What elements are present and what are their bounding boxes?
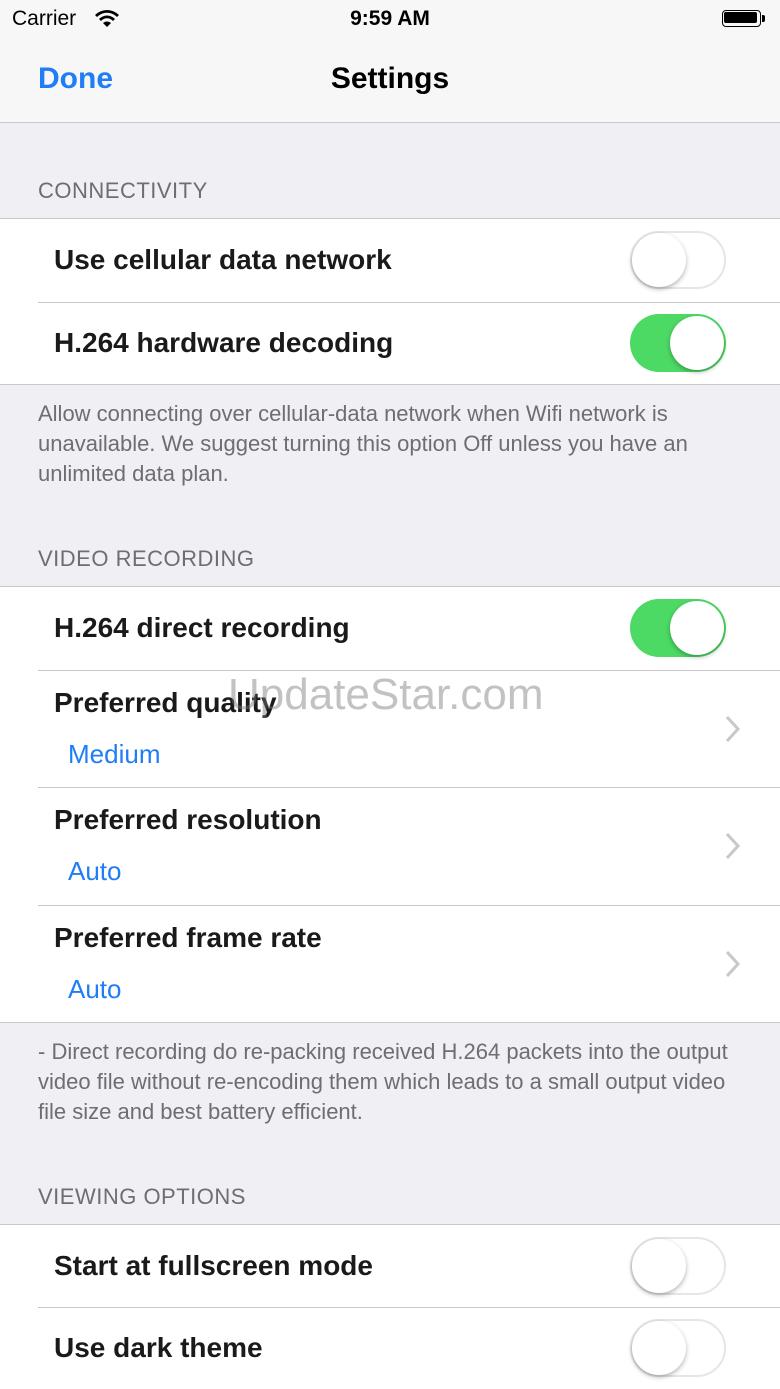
- viewing-options-group: Start at fullscreen mode Use dark theme: [0, 1224, 780, 1389]
- dark-theme-row[interactable]: Use dark theme: [0, 1307, 780, 1389]
- cellular-data-toggle[interactable]: [630, 231, 726, 289]
- preferred-resolution-value: Auto: [68, 856, 122, 886]
- section-header-viewing-options: VIEWING OPTIONS: [38, 1184, 246, 1209]
- fullscreen-mode-label: Start at fullscreen mode: [54, 1250, 373, 1281]
- cellular-data-label: Use cellular data network: [54, 244, 392, 275]
- battery-icon: [722, 10, 766, 29]
- preferred-quality-label: Preferred quality: [54, 687, 277, 718]
- video-recording-group: H.264 direct recording Preferred quality…: [0, 586, 780, 1023]
- preferred-quality-value: Medium: [68, 739, 161, 769]
- preferred-resolution-label: Preferred resolution: [54, 804, 322, 835]
- chevron-right-icon: [725, 950, 741, 978]
- preferred-frame-rate-label: Preferred frame rate: [54, 922, 322, 953]
- chevron-right-icon: [725, 715, 741, 743]
- section-header-connectivity: CONNECTIVITY: [38, 178, 208, 203]
- connectivity-footer: Allow connecting over cellular-data netw…: [38, 401, 688, 486]
- preferred-frame-rate-row[interactable]: Preferred frame rate Auto: [0, 905, 780, 1022]
- dark-theme-label: Use dark theme: [54, 1332, 263, 1363]
- fullscreen-mode-toggle[interactable]: [630, 1237, 726, 1295]
- chevron-right-icon: [725, 832, 741, 860]
- status-time: 9:59 AM: [350, 7, 430, 30]
- cellular-data-row[interactable]: Use cellular data network: [0, 219, 780, 302]
- direct-recording-row[interactable]: H.264 direct recording: [0, 587, 780, 670]
- hardware-decoding-row[interactable]: H.264 hardware decoding: [0, 302, 780, 384]
- video-recording-footer: - Direct recording do re-packing receive…: [38, 1039, 728, 1124]
- section-header-video-recording: VIDEO RECORDING: [38, 546, 255, 571]
- navigation-bar: Done Settings: [0, 40, 780, 123]
- page-title: Settings: [330, 62, 450, 95]
- connectivity-group: Use cellular data network H.264 hardware…: [0, 218, 780, 385]
- preferred-frame-rate-value: Auto: [68, 974, 122, 1004]
- hardware-decoding-label: H.264 hardware decoding: [54, 327, 394, 358]
- status-bar: Carrier 9:59 AM: [0, 0, 780, 40]
- preferred-quality-row[interactable]: Preferred quality Medium: [0, 670, 780, 787]
- direct-recording-toggle[interactable]: [630, 599, 726, 657]
- preferred-resolution-row[interactable]: Preferred resolution Auto: [0, 787, 780, 905]
- dark-theme-toggle[interactable]: [630, 1319, 726, 1377]
- fullscreen-mode-row[interactable]: Start at fullscreen mode: [0, 1225, 780, 1307]
- direct-recording-label: H.264 direct recording: [54, 612, 350, 643]
- hardware-decoding-toggle[interactable]: [630, 314, 726, 372]
